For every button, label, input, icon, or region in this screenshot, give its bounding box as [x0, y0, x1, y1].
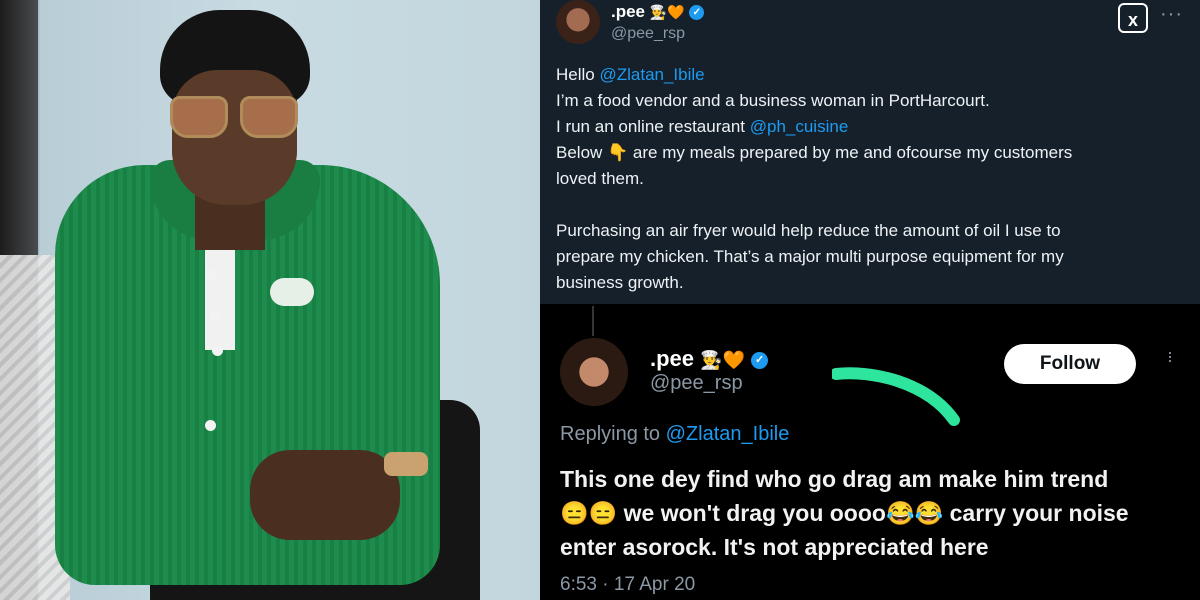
mention-link[interactable]: @ph_cuisine: [750, 117, 849, 136]
handle[interactable]: @pee_rsp: [650, 372, 743, 395]
timestamp[interactable]: 6:53 · 17 Apr 20: [560, 574, 695, 596]
green-highlight-stroke: [832, 367, 960, 426]
reply-line: enter asorock. It's not appreciated here: [560, 534, 989, 560]
chef-emoji-icon: 👨‍🍳: [649, 4, 668, 21]
tweet-line: business growth.: [556, 273, 684, 292]
replying-to: Replying to @Zlatan_Ibile: [560, 423, 789, 446]
white-shirt: [205, 240, 235, 350]
orange-heart-icon: 🧡: [667, 4, 685, 21]
tweet-text: Hello @Zlatan_Ibile I’m a food vendor an…: [556, 62, 1186, 296]
person-photo: [0, 0, 540, 600]
x-logo-icon[interactable]: x: [1118, 3, 1148, 33]
sunglasses-left: [170, 96, 228, 138]
follow-button[interactable]: Follow: [1004, 344, 1136, 384]
chef-emoji-icon: 👨‍🍳: [700, 349, 723, 370]
tweet-line: Hello @Zlatan_Ibile: [556, 62, 1186, 88]
text: I run an online restaurant: [556, 117, 750, 136]
replying-label: Replying to: [560, 423, 666, 445]
orange-heart-icon: 🧡: [722, 349, 745, 370]
verified-badge-icon: ✓: [751, 351, 769, 369]
more-options-icon[interactable]: ···: [1160, 350, 1181, 362]
reply-line: This one dey find who go drag am make hi…: [560, 466, 1109, 492]
tweet-line: I’m a food vendor and a business woman i…: [556, 91, 990, 110]
avatar[interactable]: [560, 338, 628, 406]
cardigan-button: [205, 420, 216, 431]
display-name-text: .pee: [611, 2, 646, 21]
wristwatch: [384, 452, 428, 476]
tweet-line: prepare my chicken. That’s a major multi…: [556, 247, 1064, 266]
more-options-icon[interactable]: ···: [1160, 3, 1183, 26]
thread-line: [592, 306, 594, 336]
reply-text: This one dey find who go drag am make hi…: [560, 462, 1190, 564]
verified-badge-icon: ✓: [689, 5, 705, 21]
cardigan-button: [210, 310, 221, 321]
reply-line: 😑😑 we won't drag you oooo😂😂 carry your n…: [560, 500, 1129, 526]
mention-link[interactable]: @Zlatan_Ibile: [599, 65, 704, 84]
mention-link[interactable]: @Zlatan_Ibile: [666, 423, 790, 445]
text: Hello: [556, 65, 600, 84]
cardigan-button: [212, 345, 223, 356]
display-name-text: .pee: [650, 346, 695, 371]
sunglasses-right: [240, 96, 298, 138]
display-name[interactable]: .pee 👨‍🍳🧡 ✓: [650, 346, 769, 372]
handle[interactable]: @pee_rsp: [611, 25, 685, 43]
tweet-line: I run an online restaurant @ph_cuisine: [556, 114, 1186, 140]
tweet-line: Below 👇 are my meals prepared by me and …: [556, 143, 1073, 162]
clasped-hands: [250, 450, 400, 540]
tweet-line: loved them.: [556, 169, 644, 188]
highlight-path: [832, 367, 960, 426]
cardigan-patch: [270, 278, 314, 306]
display-name[interactable]: .pee 👨‍🍳🧡 ✓: [611, 2, 705, 22]
tweet-line: Purchasing an air fryer would help reduc…: [556, 221, 1061, 240]
avatar[interactable]: [556, 0, 600, 44]
cardigan-button: [205, 270, 216, 281]
